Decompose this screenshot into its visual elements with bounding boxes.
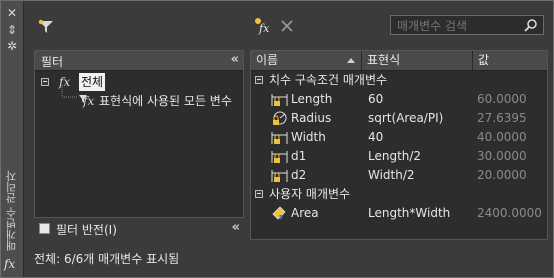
parameters-manager-window: ✕ ⇕ ✲ 매개변수 관리자 fx fx 필터 « [0, 0, 554, 278]
auto-hide-icon[interactable]: ⇕ [5, 23, 19, 37]
user-parameter-icon [272, 206, 286, 220]
filter-icon[interactable] [38, 19, 54, 35]
close-icon[interactable]: ✕ [5, 6, 19, 20]
collapse-left-icon[interactable]: « [232, 220, 241, 235]
palette-title: 매개변수 관리자 [5, 170, 18, 252]
parameters-grid: 이름 표현식 값 치수 구속조건 매개변수 Length 60 60.0000 [250, 50, 548, 240]
param-name: Width [291, 130, 326, 144]
group-row-dimensional[interactable]: 치수 구속조건 매개변수 [251, 71, 547, 90]
param-value: 27.6395 [477, 111, 527, 125]
palette-title-strip: ✕ ⇕ ✲ 매개변수 관리자 fx [1, 1, 24, 277]
group-label: 사용자 매개변수 [269, 187, 351, 201]
invert-filter-label[interactable]: 필터 반전(I) [56, 221, 117, 238]
fx-icon: fx [4, 257, 16, 271]
param-value: 30.0000 [477, 149, 527, 163]
group-label: 치수 구속조건 매개변수 [269, 73, 388, 87]
param-value: 40.0000 [477, 130, 527, 144]
table-row[interactable]: Radius sqrt(Area/PI) 27.6395 [251, 109, 547, 128]
invert-filter-row: 필터 반전(I) « [34, 217, 244, 240]
toolbar: fx [24, 1, 553, 45]
tree-item-label: 표현식에 사용된 모든 변수 [99, 94, 232, 108]
status-bar-text: 전체: 6/6개 매개변수 표시됨 [34, 252, 180, 266]
properties-icon[interactable]: ✲ [5, 39, 19, 53]
invert-filter-checkbox[interactable] [39, 223, 50, 234]
column-header-value[interactable]: 값 [473, 51, 547, 70]
param-name: Radius [291, 111, 332, 125]
param-value: 2400.0000 [477, 206, 542, 220]
param-name: Area [291, 206, 319, 220]
delete-icon[interactable] [281, 20, 293, 32]
svg-text:fx: fx [258, 22, 270, 35]
filter-panel-header: 필터 « [35, 51, 243, 71]
param-name: d1 [291, 149, 307, 163]
lock-radius-icon [273, 111, 287, 125]
table-row[interactable]: d1 Length/2 30.0000 [251, 147, 547, 166]
table-row[interactable]: Area Length*Width 2400.0000 [251, 204, 547, 223]
param-expression[interactable]: Length*Width [368, 204, 450, 223]
param-expression[interactable]: Length/2 [368, 147, 421, 166]
table-row[interactable]: Width 40 40.0000 [251, 128, 547, 147]
lock-linear-dim-icon [271, 132, 288, 144]
table-row[interactable]: Length 60 60.0000 [251, 90, 547, 109]
param-expression[interactable]: sqrt(Area/PI) [368, 109, 443, 128]
lock-linear-dim-icon [271, 94, 288, 106]
collapse-toggle-icon[interactable] [41, 78, 49, 86]
search-icon[interactable] [524, 18, 538, 32]
param-value: 20.0000 [477, 168, 527, 182]
tree-item-label: 전체 [79, 73, 106, 91]
collapse-filter-icon[interactable]: « [231, 52, 240, 67]
group-row-user[interactable]: 사용자 매개변수 [251, 185, 547, 204]
grid-header: 이름 표현식 값 [251, 51, 547, 71]
lock-linear-dim-icon [271, 170, 288, 182]
param-name: d2 [291, 168, 307, 182]
collapse-toggle-icon[interactable] [255, 190, 263, 198]
filter-panel: 필터 « fx 전체 fx 표현식에 사용된 모든 변수 [34, 50, 244, 240]
collapse-toggle-icon[interactable] [255, 76, 263, 84]
column-header-expression[interactable]: 표현식 [362, 51, 473, 70]
column-header-name[interactable]: 이름 [251, 51, 362, 70]
param-expression[interactable]: 40 [368, 128, 383, 147]
param-value: 60.0000 [477, 92, 527, 106]
sort-ascending-icon [347, 58, 355, 63]
search-box [390, 15, 544, 35]
fx-icon: fx [59, 75, 71, 89]
param-expression[interactable]: 60 [368, 90, 383, 109]
filter-header-label: 필터 [41, 55, 64, 69]
param-name: Length [291, 92, 333, 106]
new-user-parameter-icon[interactable]: fx [254, 17, 272, 35]
table-row[interactable]: d2 Width/2 20.0000 [251, 166, 547, 185]
lock-linear-dim-icon [271, 151, 288, 163]
param-expression[interactable]: Width/2 [368, 166, 415, 185]
search-input[interactable] [395, 17, 519, 35]
